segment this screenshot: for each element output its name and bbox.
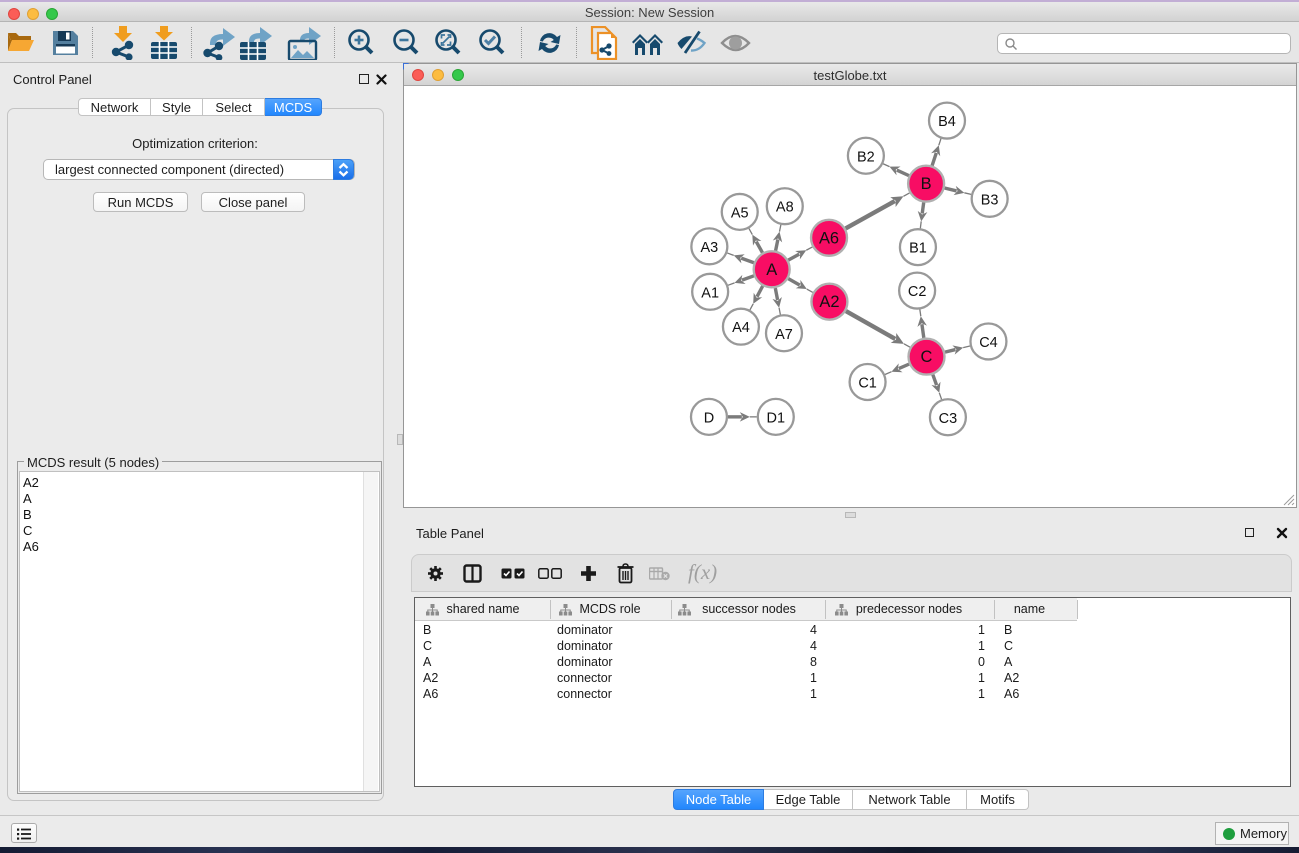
svg-text:A8: A8: [776, 200, 794, 216]
svg-text:A4: A4: [732, 320, 750, 336]
svg-text:A7: A7: [775, 327, 793, 343]
svg-text:A3: A3: [701, 240, 719, 256]
svg-text:B1: B1: [909, 241, 927, 257]
svg-text:A6: A6: [819, 229, 839, 247]
svg-text:B: B: [921, 175, 932, 193]
svg-text:C1: C1: [858, 375, 877, 391]
svg-text:B2: B2: [857, 149, 875, 165]
svg-text:A1: A1: [701, 285, 719, 301]
svg-text:A: A: [766, 261, 777, 279]
svg-text:B4: B4: [938, 114, 956, 130]
svg-text:A2: A2: [819, 293, 839, 311]
svg-text:D1: D1: [767, 410, 786, 426]
svg-text:C3: C3: [939, 411, 958, 427]
svg-text:C4: C4: [979, 335, 997, 351]
svg-text:D: D: [704, 410, 714, 426]
svg-text:C2: C2: [908, 284, 927, 300]
svg-text:A5: A5: [731, 205, 749, 221]
svg-text:B3: B3: [981, 192, 999, 208]
svg-text:C: C: [921, 348, 933, 366]
